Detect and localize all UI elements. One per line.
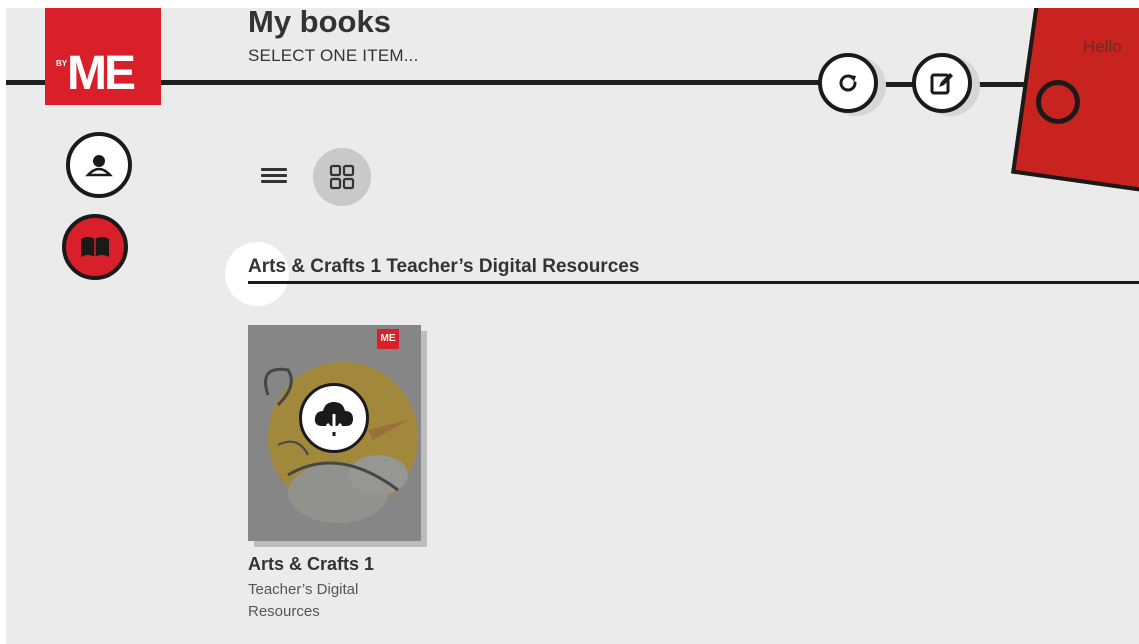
book-cover[interactable]: ME [248, 325, 421, 541]
book-description: Teacher’s Digital Resources [248, 581, 359, 620]
section-title: Arts & Crafts 1 Teacher’s Digital Resour… [248, 256, 640, 277]
brand-logo[interactable]: BY ME [45, 8, 161, 105]
user-nav-button[interactable] [66, 132, 132, 198]
cloud-download-icon [314, 402, 353, 436]
book-cover-badge: ME [377, 329, 399, 349]
download-button[interactable] [299, 383, 369, 453]
refresh-icon [839, 74, 857, 92]
user-icon [85, 155, 113, 177]
logo-me-text: ME [67, 47, 136, 100]
grid-view-toggle[interactable] [313, 148, 371, 206]
refresh-button[interactable] [818, 53, 878, 113]
book-card[interactable]: ME Arts & Crafts 1 Teacher’s Digital Res… [248, 325, 428, 623]
book-title: Arts & Crafts 1 [248, 554, 375, 574]
page-title: My books [248, 8, 391, 39]
edit-icon [930, 73, 953, 95]
greeting-text: Hello [1083, 37, 1122, 56]
sidebar-item-user[interactable] [66, 132, 132, 198]
logo-by-text: BY [56, 59, 68, 68]
list-icon-line [261, 168, 287, 171]
tag-hole-decoration [1036, 80, 1080, 124]
list-icon-line [261, 180, 287, 183]
list-view-toggle[interactable] [261, 165, 287, 187]
book-icon [81, 237, 109, 257]
sidebar-item-books[interactable] [62, 214, 128, 280]
books-nav-button[interactable] [62, 214, 128, 280]
app-container: BY ME My books SELECT ONE ITEM... Hello [6, 8, 1139, 644]
list-icon-line [261, 174, 287, 177]
section-divider [248, 281, 1139, 284]
grid-icon [329, 164, 355, 190]
page-subtitle: SELECT ONE ITEM... [248, 46, 419, 65]
edit-button[interactable] [912, 53, 972, 113]
